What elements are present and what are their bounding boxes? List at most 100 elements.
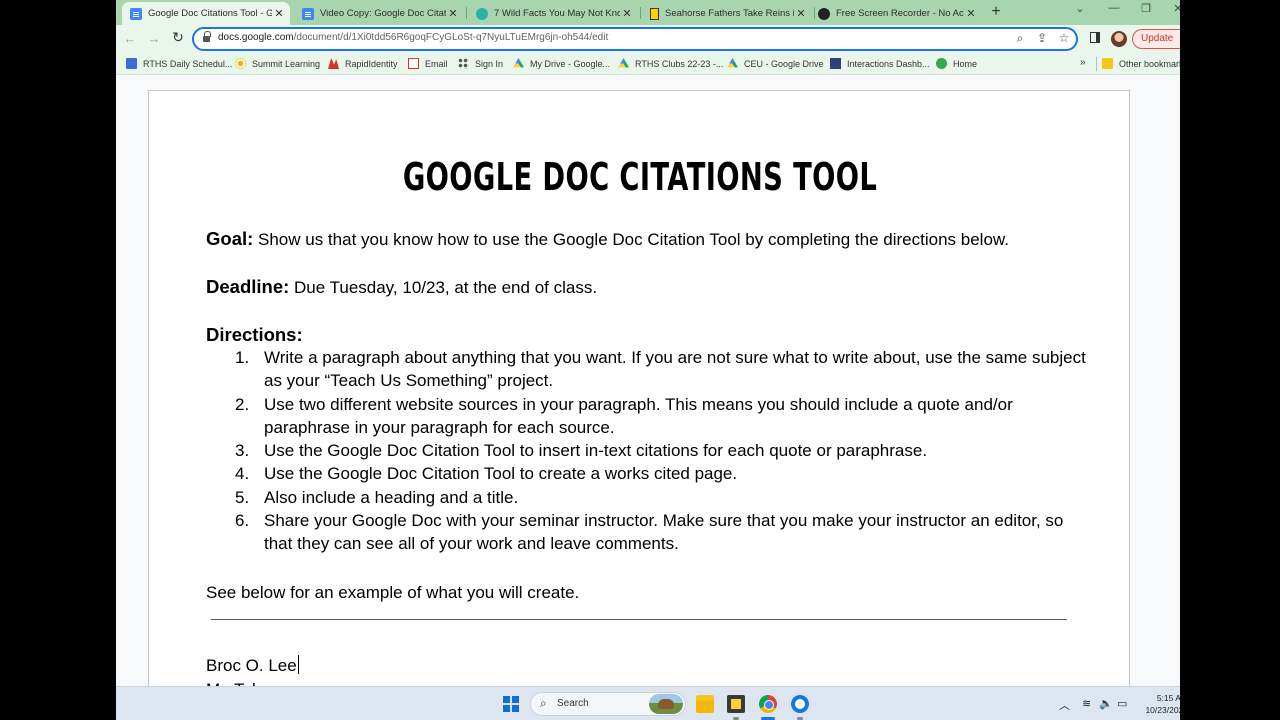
tab-search-icon[interactable]: ⌄ bbox=[1070, 2, 1090, 15]
minimize-button[interactable]: — bbox=[1104, 2, 1124, 14]
folder-icon bbox=[1102, 58, 1113, 69]
bookmark-star-icon[interactable]: ☆ bbox=[1056, 31, 1072, 45]
bookmarks-separator bbox=[1096, 57, 1097, 71]
chrome-icon[interactable] bbox=[759, 695, 777, 713]
example-note: See below for an example of what you wil… bbox=[206, 583, 580, 602]
list-item: 4. Use the Google Doc Citation Tool to cr… bbox=[206, 462, 1086, 485]
goal-text: Show us that you know how to use the Goo… bbox=[253, 230, 1009, 249]
document-canvas: Google Doc Citations Tool Goal: Show us … bbox=[116, 76, 1180, 686]
new-tab-button[interactable]: + bbox=[988, 3, 1004, 21]
goal-label: Goal: bbox=[206, 228, 254, 249]
list-text: Also include a heading and a title. bbox=[264, 487, 519, 507]
list-number: 3. bbox=[235, 441, 250, 461]
tab-seahorse-fathers[interactable]: Seahorse Fathers Take Reins in C ✕ bbox=[642, 2, 812, 25]
back-button[interactable]: ← bbox=[122, 31, 138, 46]
tab-screen-recorder[interactable]: Free Screen Recorder - No Acco ✕ bbox=[810, 2, 982, 25]
wifi-icon[interactable]: ≋ bbox=[1082, 697, 1091, 710]
reload-button[interactable]: ↻ bbox=[170, 29, 186, 46]
tab-title: Free Screen Recorder - No Acco bbox=[836, 8, 964, 19]
list-item: 6. Share your Google Doc with your semina… bbox=[206, 509, 1086, 556]
update-button[interactable]: Update bbox=[1132, 29, 1180, 49]
document-page[interactable]: Google Doc Citations Tool Goal: Show us … bbox=[148, 90, 1130, 686]
maximize-button[interactable]: ❐ bbox=[1136, 2, 1156, 15]
close-icon[interactable]: ✕ bbox=[446, 7, 460, 20]
bookmark-summit-learning[interactable]: Summit Learning bbox=[235, 58, 320, 69]
bookmark-rths-clubs[interactable]: RTHS Clubs 22-23 -... bbox=[618, 58, 723, 69]
tab-google-doc-citations[interactable]: Google Doc Citations Tool - Goo ✕ bbox=[122, 2, 290, 25]
tab-wild-facts[interactable]: 7 Wild Facts You May Not Know ✕ bbox=[468, 2, 638, 25]
list-text: Use the Google Doc Citation Tool to inse… bbox=[264, 441, 928, 461]
windows-taskbar: ⌕ Search ︿ ≋ 🔈 ▭ 5:15 AM 10/23/2023 bbox=[116, 686, 1180, 720]
close-icon[interactable]: ✕ bbox=[964, 7, 978, 20]
close-icon[interactable]: ✕ bbox=[272, 7, 286, 20]
bookmark-ceu-drive[interactable]: CEU - Google Drive bbox=[727, 58, 824, 69]
tab-separator bbox=[466, 7, 467, 19]
file-explorer-icon[interactable] bbox=[696, 695, 714, 713]
deadline-paragraph: Deadline: Due Tuesday, 10/23, at the end… bbox=[206, 275, 597, 299]
tab-title: Seahorse Fathers Take Reins in C bbox=[665, 8, 794, 19]
screen-recorder-icon[interactable] bbox=[791, 695, 809, 713]
docs-icon bbox=[130, 7, 142, 20]
bookmark-label: Summit Learning bbox=[252, 58, 321, 69]
list-text: Write a paragraph about anything that yo… bbox=[264, 348, 1086, 391]
bookmark-rths-daily-schedule[interactable]: RTHS Daily Schedul... bbox=[126, 58, 232, 69]
profile-avatar[interactable] bbox=[1111, 31, 1127, 47]
tab-title: Video Copy: Google Doc Citatio bbox=[320, 8, 446, 19]
close-icon[interactable]: ✕ bbox=[620, 7, 634, 20]
bookmarks-overflow-icon[interactable]: » bbox=[1080, 57, 1086, 68]
screen: Google Doc Citations Tool - Goo ✕ Video … bbox=[116, 0, 1180, 720]
calendar-icon bbox=[126, 58, 137, 69]
close-icon[interactable]: ✕ bbox=[794, 7, 808, 20]
list-text: Use the Google Doc Citation Tool to crea… bbox=[264, 464, 738, 484]
search-highlight-icon bbox=[649, 694, 683, 714]
other-bookmarks-label: Other bookmarks bbox=[1119, 58, 1180, 69]
bookmark-email[interactable]: Email bbox=[408, 58, 448, 69]
bookmark-sign-in[interactable]: Sign In bbox=[458, 58, 503, 69]
directions-heading: Directions: bbox=[206, 323, 303, 347]
address-bar[interactable]: docs.google.com/document/d/1Xi0tdd56R6go… bbox=[192, 27, 1078, 51]
directions-label: Directions: bbox=[206, 324, 303, 345]
list-number: 2. bbox=[235, 394, 250, 414]
list-number: 4. bbox=[235, 464, 250, 484]
list-item: 1. Write a paragraph about anything that … bbox=[206, 346, 1086, 393]
list-item: 2. Use two different website sources in y… bbox=[206, 393, 1086, 440]
url-path: /document/d/1Xi0tdd56R6goqFCyGLoSt-q7Nyu… bbox=[293, 32, 609, 43]
sticky-notes-icon[interactable] bbox=[727, 695, 745, 713]
tab-strip: Google Doc Citations Tool - Goo ✕ Video … bbox=[116, 0, 1180, 25]
bookmark-label: Home bbox=[953, 58, 978, 69]
heading-teacher-line: Mr. Tal bbox=[206, 678, 256, 686]
google-drive-icon bbox=[513, 58, 524, 68]
google-drive-icon bbox=[727, 58, 738, 68]
docs-icon bbox=[302, 7, 314, 20]
battery-icon[interactable]: ▭ bbox=[1117, 697, 1127, 710]
recorder-icon bbox=[818, 7, 830, 20]
home-icon bbox=[936, 58, 947, 69]
tray-chevron-icon[interactable]: ︿ bbox=[1059, 697, 1070, 713]
bookmark-my-drive[interactable]: My Drive - Google... bbox=[513, 58, 610, 69]
bookmark-label: Email bbox=[425, 58, 448, 69]
start-icon[interactable] bbox=[503, 696, 519, 712]
other-bookmarks[interactable]: Other bookmarks bbox=[1102, 58, 1180, 69]
rapididentity-icon bbox=[328, 58, 339, 69]
close-window-button[interactable]: ✕ bbox=[1168, 2, 1180, 15]
list-number: 1. bbox=[235, 348, 250, 367]
volume-icon[interactable]: 🔈 bbox=[1099, 697, 1113, 710]
list-text: Use two different website sources in you… bbox=[264, 394, 1013, 437]
url-text: docs.google.com/document/d/1Xi0tdd56R6go… bbox=[218, 32, 608, 43]
taskbar-search[interactable]: ⌕ Search bbox=[530, 692, 686, 716]
bookmark-rapididentity[interactable]: RapidIdentity bbox=[328, 58, 398, 69]
side-panel-icon[interactable] bbox=[1090, 32, 1100, 43]
tab-title: Google Doc Citations Tool - Goo bbox=[148, 8, 272, 19]
share-icon[interactable]: ⇪ bbox=[1034, 31, 1050, 45]
bookmark-home[interactable]: Home bbox=[936, 58, 977, 69]
bookmark-interactions-dashboard[interactable]: Interactions Dashb... bbox=[830, 58, 930, 69]
bookmark-label: CEU - Google Drive bbox=[744, 58, 824, 69]
taskbar-clock[interactable]: 5:15 AM 10/23/2023 bbox=[1138, 692, 1180, 716]
tab-video-copy[interactable]: Video Copy: Google Doc Citatio ✕ bbox=[294, 2, 464, 25]
bookmark-label: RTHS Daily Schedul... bbox=[143, 58, 233, 69]
zoom-icon[interactable]: ⌕ bbox=[1012, 31, 1028, 46]
list-item: 3. Use the Google Doc Citation Tool to in… bbox=[206, 439, 1086, 462]
search-icon: ⌕ bbox=[540, 696, 547, 710]
taskbar-search-label: Search bbox=[557, 698, 589, 709]
forward-button[interactable]: → bbox=[146, 31, 162, 46]
